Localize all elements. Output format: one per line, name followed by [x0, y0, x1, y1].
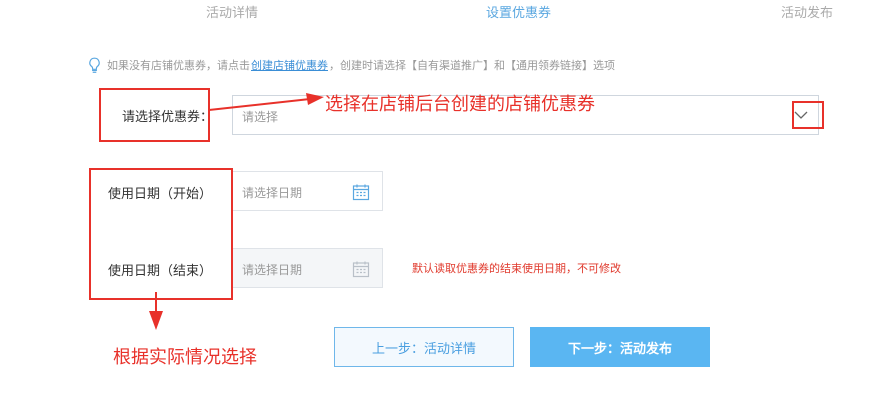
arrow-head-right: [306, 93, 324, 105]
date-annotation: 根据实际情况选择: [113, 347, 257, 368]
arrow-to-coupon-hint: [208, 98, 311, 111]
coupon-annotation: 选择在店铺后台创建的店铺优惠券: [325, 94, 595, 115]
arrow-head-down: [149, 311, 163, 330]
